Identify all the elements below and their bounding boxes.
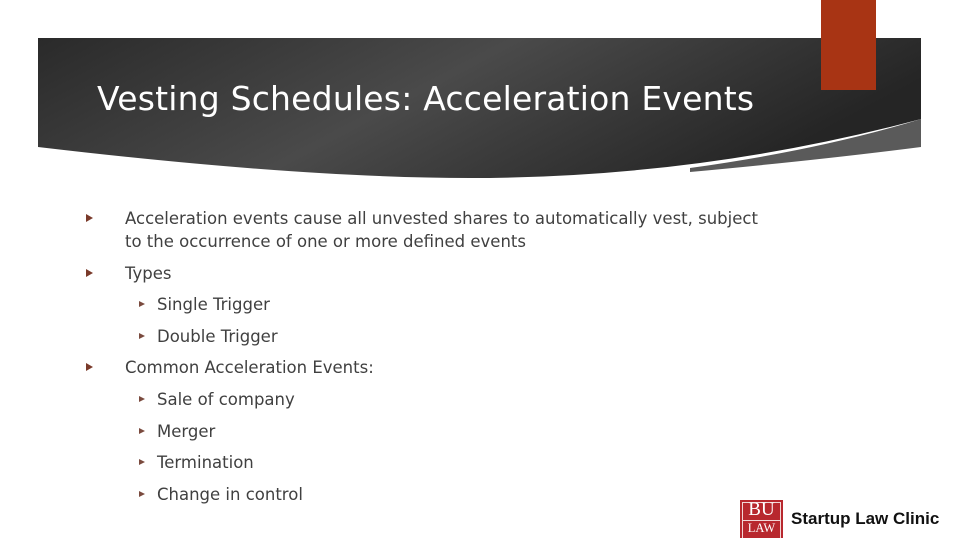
bullet-icon [86,363,93,371]
sub-bullet-icon [139,428,145,434]
sub-list-item: Single Trigger [157,295,270,314]
sub-list-item: Merger [157,422,216,441]
logo-mark-bottom: LAW [747,521,776,535]
list-item-continuation: to the occurrence of one or more defined… [125,232,526,251]
logo-name: Startup Law Clinic [791,509,940,528]
list-item: Common Acceleration Events: [125,358,374,377]
logo-mark-top: BU [748,499,775,520]
sub-list-item: Double Trigger [157,327,278,346]
bullet-icon [86,269,93,277]
sub-bullet-icon [139,333,145,339]
sub-bullet-icon [139,491,145,497]
sub-bullet-icon [139,301,145,307]
list-item: Types [125,264,172,283]
sub-list-item: Sale of company [157,390,295,409]
list-item: Acceleration events cause all unvested s… [125,209,758,228]
bullet-list: Acceleration events cause all unvested s… [0,0,960,540]
sub-list-item: Change in control [157,485,303,504]
sub-bullet-icon [139,396,145,402]
slide: Vesting Schedules: Acceleration Events A… [0,0,960,540]
bu-law-logo-mark: BU LAW [740,500,783,538]
sub-bullet-icon [139,459,145,465]
bullet-icon [86,214,93,222]
sub-list-item: Termination [157,453,254,472]
